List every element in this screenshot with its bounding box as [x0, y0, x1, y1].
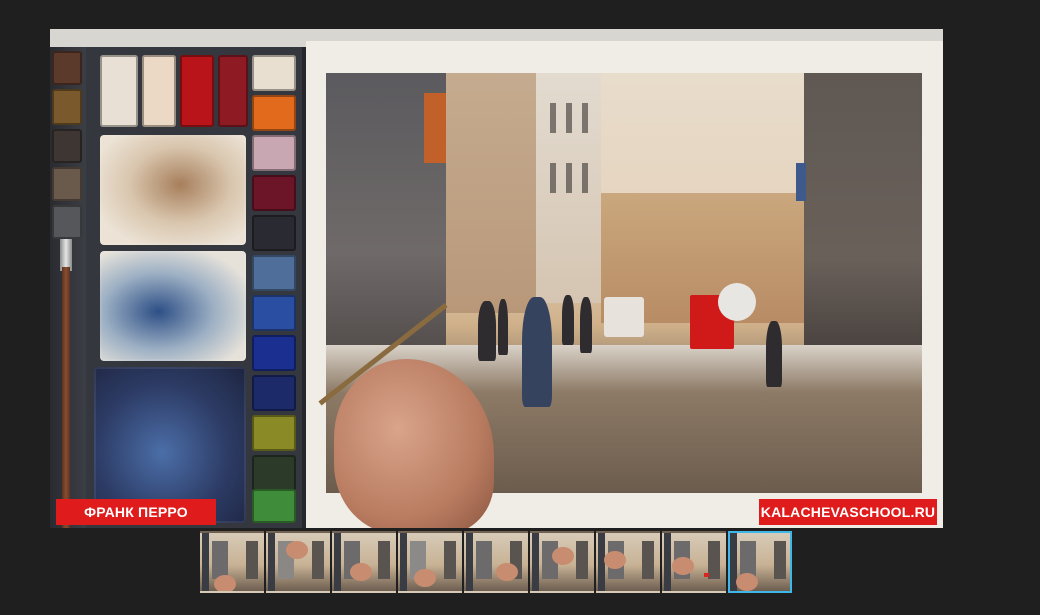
window	[582, 103, 588, 133]
pedestrian	[580, 297, 592, 353]
thumbnail-9[interactable]	[728, 531, 792, 593]
paint-pan	[180, 55, 214, 127]
window	[550, 163, 556, 193]
paint-pan	[252, 455, 296, 491]
thumbnail-strip	[200, 531, 792, 593]
pedestrian	[478, 301, 496, 361]
window	[566, 163, 572, 193]
paint-pan	[52, 129, 82, 163]
building-mid	[446, 73, 536, 313]
window	[582, 163, 588, 193]
paint-pan	[52, 205, 82, 239]
paint-pan	[252, 55, 296, 91]
paint-pan	[52, 51, 82, 85]
paint-pan	[252, 215, 296, 251]
mixing-well	[100, 251, 246, 361]
thumbnail-1[interactable]	[200, 531, 264, 593]
artist-name-tag: ФРАНК ПЕРРО	[56, 499, 216, 525]
thumbnail-3[interactable]	[332, 531, 396, 593]
street-sign	[796, 163, 806, 201]
pedestrian	[562, 295, 574, 345]
paint-pan	[52, 167, 82, 201]
brush-handle	[62, 267, 70, 528]
paint-pan	[252, 375, 296, 411]
video-frame[interactable]: ФРАНК ПЕРРО KALACHEVASCHOOL.RU	[50, 29, 943, 528]
paint-pan	[252, 335, 296, 371]
paint-pan	[52, 89, 82, 125]
thumbnail-7[interactable]	[596, 531, 660, 593]
building-right	[804, 73, 922, 383]
paint-pan	[252, 175, 296, 211]
pedestrian	[766, 321, 782, 387]
thumbnail-2[interactable]	[266, 531, 330, 593]
white-van	[604, 297, 644, 337]
pedestrian	[498, 299, 508, 355]
paint-pan	[100, 55, 138, 127]
thumbnail-5[interactable]	[464, 531, 528, 593]
mixing-well	[100, 135, 246, 245]
thumbnail-4[interactable]	[398, 531, 462, 593]
paint-pan	[252, 489, 296, 523]
school-url-tag[interactable]: KALACHEVASCHOOL.RU	[759, 499, 937, 525]
paint-pan	[252, 135, 296, 171]
thumbnail-8[interactable]	[662, 531, 726, 593]
window	[566, 103, 572, 133]
paint-pan	[252, 255, 296, 291]
paint-pan	[252, 295, 296, 331]
pedestrian	[522, 297, 552, 407]
thumbnail-6[interactable]	[530, 531, 594, 593]
paint-pan	[218, 55, 248, 127]
paint-pan	[252, 415, 296, 451]
watercolor-palette	[50, 47, 306, 528]
paint-pan	[252, 95, 296, 131]
paint-pan	[142, 55, 176, 127]
window	[550, 103, 556, 133]
cement-mixer-drum	[718, 283, 756, 321]
shop-sign	[424, 93, 446, 163]
